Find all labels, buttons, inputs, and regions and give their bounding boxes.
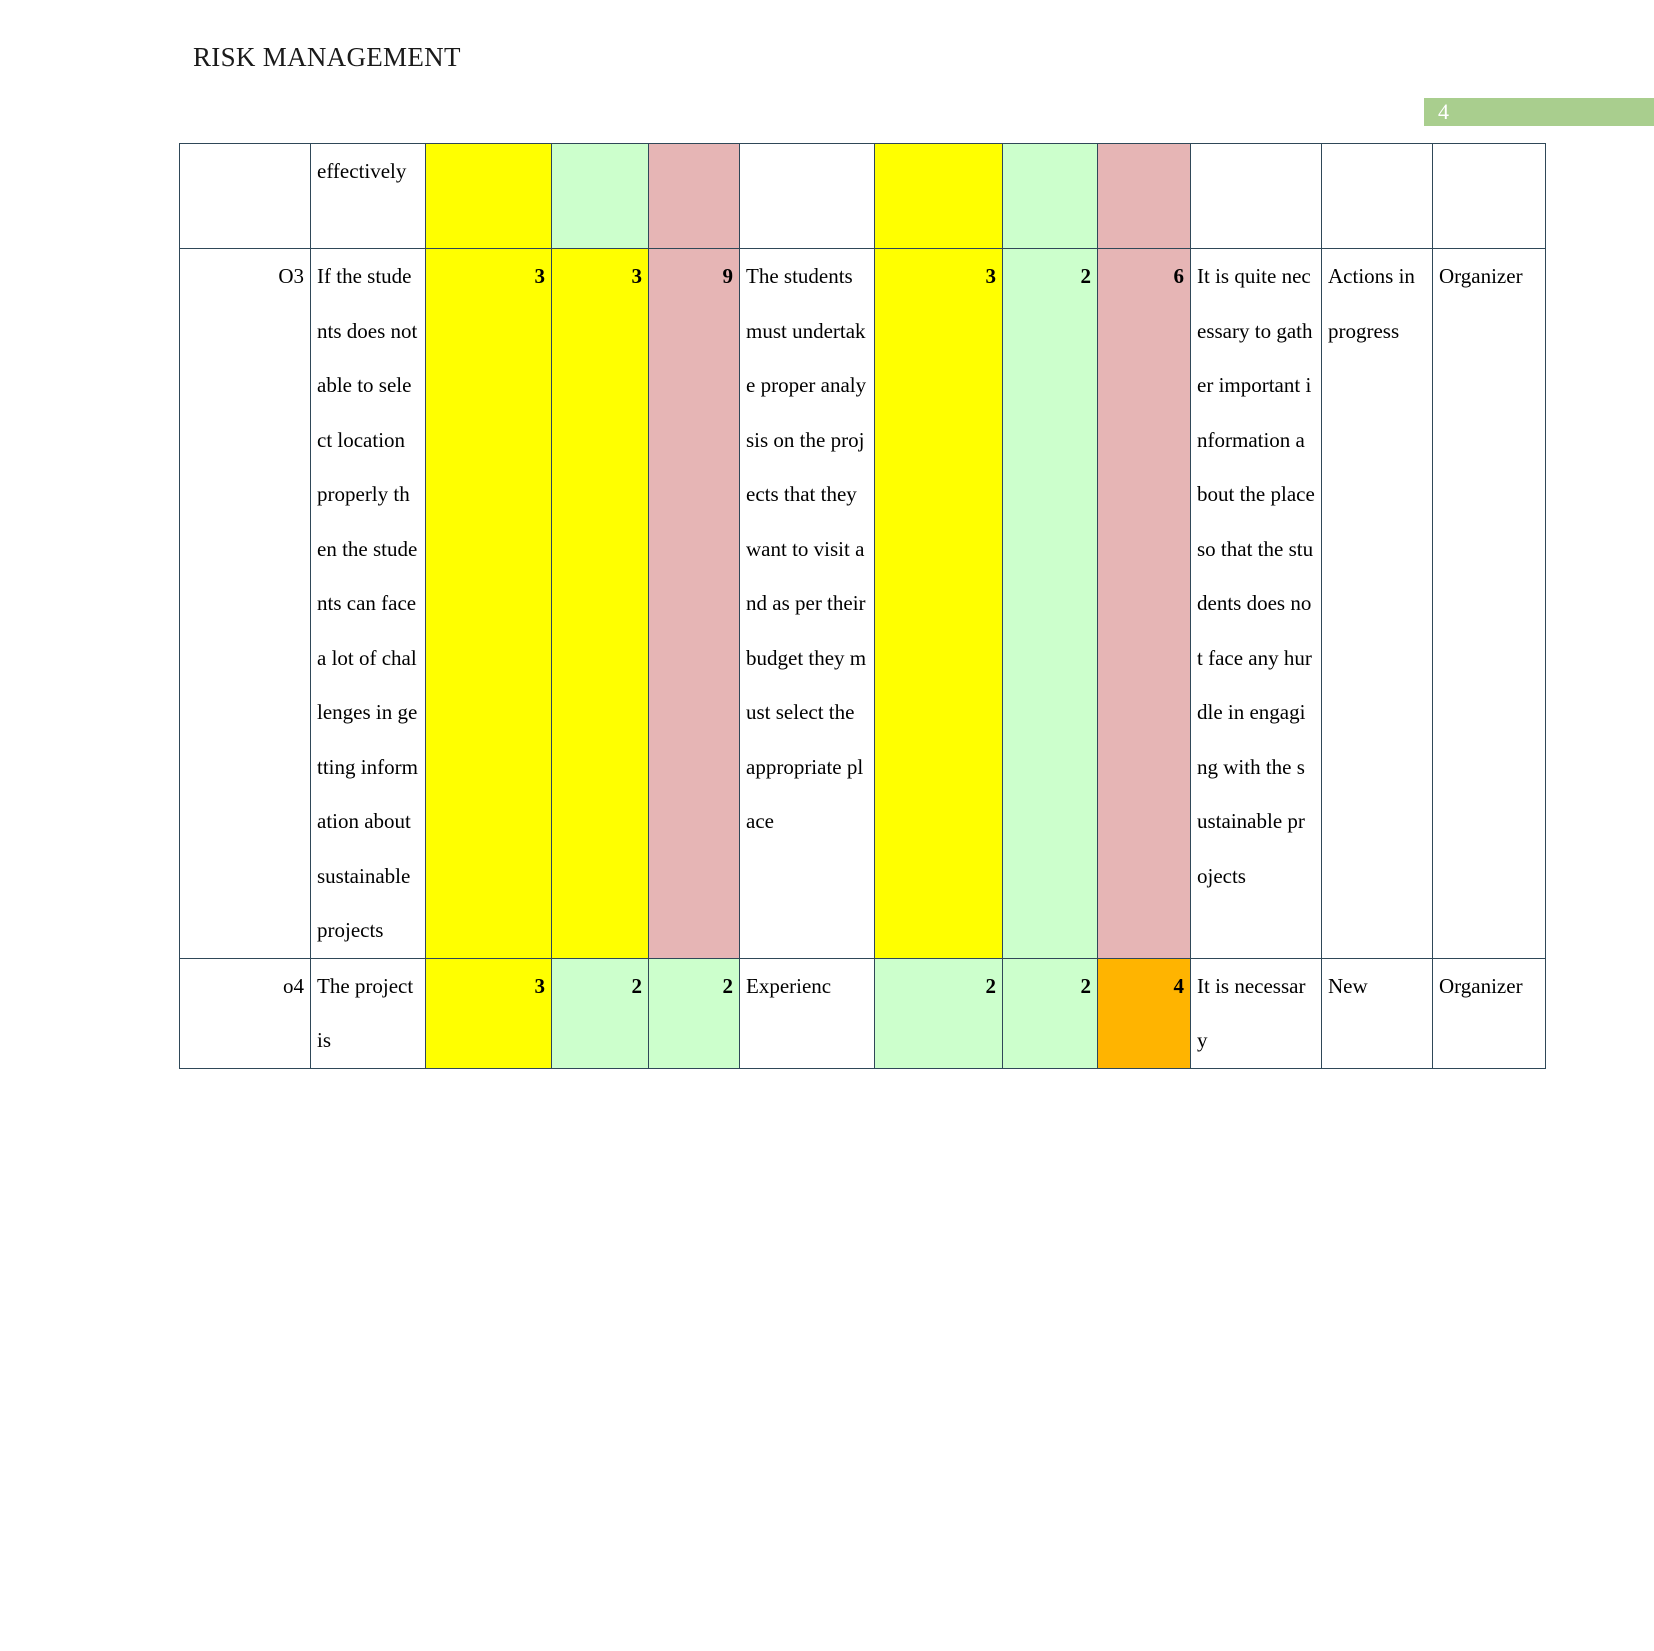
cell-risk-id: o4 <box>179 957 311 1069</box>
cell-impact: 3 <box>551 248 649 959</box>
cell-description: The project is <box>310 957 426 1069</box>
cell-risk-id <box>179 143 311 249</box>
cell-residual-score: 6 <box>1097 248 1191 959</box>
cell-risk-score: 2 <box>648 957 740 1069</box>
cell-residual-impact <box>1002 143 1098 249</box>
cell-mitigation <box>739 143 875 249</box>
table-row: o4 The project is 3 2 2 Experienc 2 2 4 … <box>179 957 1546 1069</box>
cell-mitigation: The students must undertake proper analy… <box>739 248 875 959</box>
cell-likelihood: 3 <box>425 957 552 1069</box>
cell-risk-id: O3 <box>179 248 311 959</box>
cell-residual-impact: 2 <box>1002 248 1098 959</box>
cell-comment: It is quite necessary to gather importan… <box>1190 248 1322 959</box>
cell-comment <box>1190 143 1322 249</box>
cell-risk-score: 9 <box>648 248 740 959</box>
page-title: RISK MANAGEMENT <box>193 42 461 72</box>
cell-risk-score <box>648 143 740 249</box>
cell-owner <box>1432 143 1546 249</box>
table-row: effectively <box>179 143 1546 249</box>
risk-register-table-wrapper: effectively O3 If the students does not … <box>179 143 1546 1069</box>
cell-likelihood: 3 <box>425 248 552 959</box>
document-header: RISK MANAGEMENT 4 <box>0 40 1654 126</box>
cell-status: Actions in progress <box>1321 248 1433 959</box>
cell-likelihood <box>425 143 552 249</box>
page-number: 4 <box>1438 99 1449 124</box>
cell-mitigation: Experienc <box>739 957 875 1069</box>
cell-status: New <box>1321 957 1433 1069</box>
cell-comment: It is necessary <box>1190 957 1322 1069</box>
cell-residual-likelihood: 2 <box>874 957 1003 1069</box>
cell-residual-likelihood: 3 <box>874 248 1003 959</box>
cell-owner: Organizer <box>1432 248 1546 959</box>
page-number-badge: 4 <box>1424 98 1654 126</box>
cell-impact <box>551 143 649 249</box>
cell-residual-impact: 2 <box>1002 957 1098 1069</box>
cell-residual-likelihood <box>874 143 1003 249</box>
cell-impact: 2 <box>551 957 649 1069</box>
table-row: O3 If the students does not able to sele… <box>179 248 1546 959</box>
cell-owner: Organizer <box>1432 957 1546 1069</box>
cell-status <box>1321 143 1433 249</box>
cell-residual-score <box>1097 143 1191 249</box>
cell-description: If the students does not able to select … <box>310 248 426 959</box>
cell-residual-score: 4 <box>1097 957 1191 1069</box>
cell-description: effectively <box>310 143 426 249</box>
risk-register-table: effectively O3 If the students does not … <box>179 143 1546 1069</box>
